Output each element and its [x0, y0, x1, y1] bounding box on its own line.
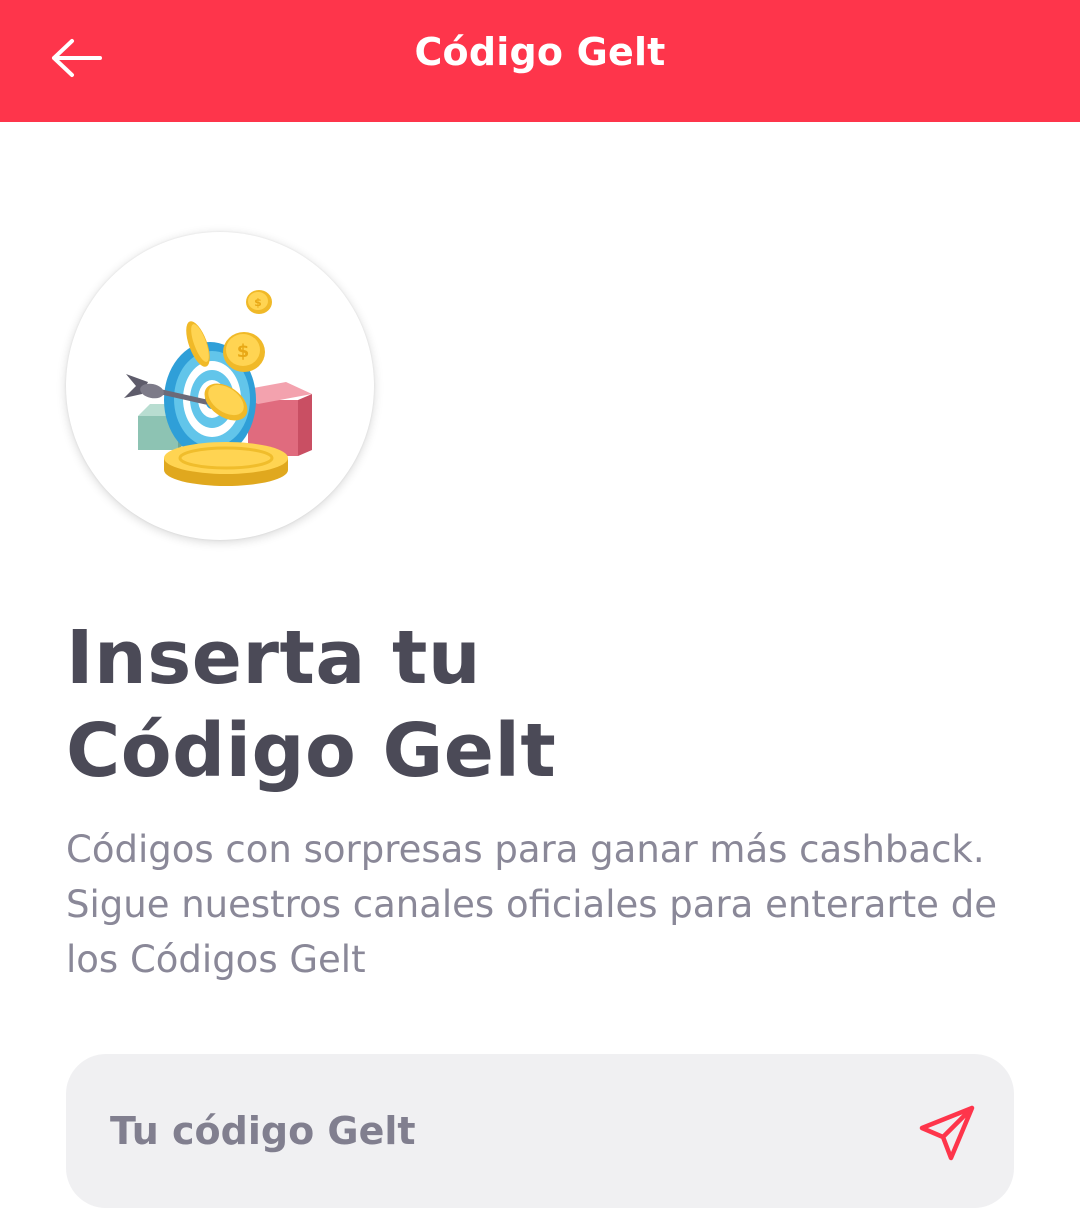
svg-text:$: $ — [254, 296, 262, 309]
send-paper-plane-icon — [919, 1105, 975, 1161]
target-illustration-graphic: $ $ — [124, 290, 312, 486]
code-field — [66, 1054, 1014, 1208]
page-title: Código Gelt — [414, 30, 666, 74]
app-bar: Código Gelt — [0, 0, 1080, 122]
send-button[interactable] — [910, 1096, 984, 1170]
description-text: Códigos con sorpresas para ganar más cas… — [66, 828, 997, 981]
heading-line-1: Inserta tu — [66, 615, 482, 701]
heading-line-2: Código Gelt — [66, 708, 557, 794]
svg-text:$: $ — [237, 341, 250, 362]
target-coins-illustration: $ $ — [66, 232, 374, 540]
page-heading: Inserta tu Código Gelt — [66, 612, 556, 798]
code-input[interactable] — [110, 1094, 890, 1168]
